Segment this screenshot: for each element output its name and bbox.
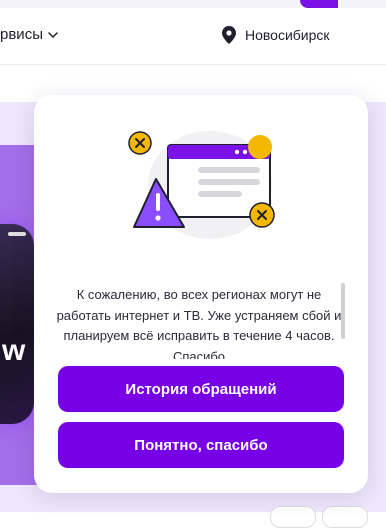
header: рвисы Новосибирск [0,8,386,65]
phone-camera-icon [8,232,26,236]
city-name: Новосибирск [245,27,330,43]
message-scrollbar[interactable] [341,283,345,339]
services-label: рвисы [0,26,43,43]
banner-logo: w [2,334,25,367]
services-menu[interactable]: рвисы [0,26,59,43]
carousel-next-button[interactable] [322,506,368,528]
top-strip-accent [300,0,338,8]
city-selector[interactable]: Новосибирск [222,26,330,44]
outage-illustration-icon [128,131,275,239]
carousel-prev-button[interactable] [270,506,316,528]
location-pin-icon [222,26,236,44]
acknowledge-button[interactable]: Понятно, спасибо [58,422,344,468]
outage-modal: К сожалению, во всех регионах могут не р… [34,95,368,493]
chevron-down-icon [48,31,58,38]
phone-image [0,224,34,424]
outage-message: К сожалению, во всех регионах могут не р… [56,287,342,359]
request-history-button[interactable]: История обращений [58,366,344,412]
